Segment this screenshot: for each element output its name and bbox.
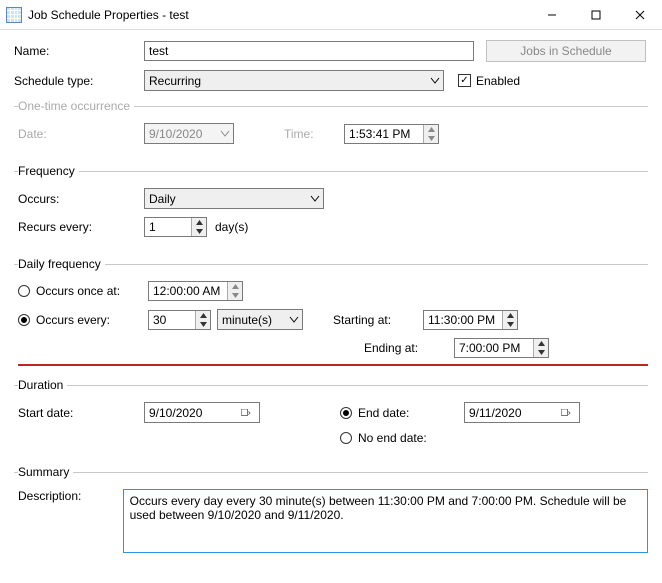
- chevron-down-icon: [286, 310, 302, 329]
- onetime-legend: One-time occurrence: [18, 99, 134, 113]
- duration-legend: Duration: [18, 378, 67, 392]
- start-date-picker[interactable]: 9/10/2020: [144, 402, 260, 423]
- no-end-date-label: No end date:: [358, 431, 427, 445]
- occurs-every-spinner[interactable]: [148, 310, 211, 330]
- jobs-in-schedule-button[interactable]: Jobs in Schedule: [486, 40, 646, 62]
- occurs-every-unit-select[interactable]: minute(s): [217, 309, 303, 330]
- end-date-value: 9/11/2020: [465, 406, 553, 420]
- spin-down-icon[interactable]: [503, 320, 517, 329]
- name-label: Name:: [14, 44, 144, 58]
- spin-down-icon[interactable]: [196, 320, 210, 329]
- starting-at-spinner[interactable]: [423, 310, 518, 330]
- minimize-button[interactable]: [530, 0, 574, 30]
- chevron-down-icon: [307, 189, 323, 208]
- onetime-date-select: 9/10/2020: [144, 123, 234, 144]
- schedule-type-value: Recurring: [145, 74, 427, 88]
- occurs-once-value: [149, 282, 227, 300]
- recurs-unit: day(s): [215, 220, 248, 234]
- spin-down-icon[interactable]: [192, 227, 206, 236]
- starting-at-value[interactable]: [424, 311, 502, 329]
- calendar-dropdown-icon: [553, 403, 579, 422]
- schedule-type-label: Schedule type:: [14, 74, 144, 88]
- enabled-label: Enabled: [476, 74, 520, 88]
- occurs-once-label: Occurs once at:: [36, 284, 120, 298]
- radio-icon: [18, 314, 30, 326]
- duration-group: Duration Start date: 9/10/2020 End date:…: [14, 378, 648, 457]
- summary-legend: Summary: [18, 465, 73, 479]
- onetime-time-label: Time:: [284, 127, 344, 141]
- occurs-select[interactable]: Daily: [144, 188, 324, 209]
- chevron-down-icon: [217, 124, 233, 143]
- highlight-line: [18, 364, 648, 366]
- occurs-once-radio[interactable]: Occurs once at:: [18, 284, 148, 298]
- schedule-type-select[interactable]: Recurring: [144, 70, 444, 91]
- enabled-checkbox[interactable]: Enabled: [458, 74, 520, 88]
- end-date-radio[interactable]: End date:: [340, 406, 464, 420]
- starting-at-label: Starting at:: [333, 313, 423, 327]
- checkbox-icon: [458, 74, 471, 87]
- onetime-time-spinner: [344, 124, 439, 144]
- frequency-group: Frequency Occurs: Daily Recurs every: da…: [14, 164, 648, 249]
- onetime-group: One-time occurrence Date: 9/10/2020 Time…: [14, 99, 648, 156]
- recurs-value[interactable]: [145, 218, 191, 236]
- radio-icon: [340, 432, 352, 444]
- close-button[interactable]: [618, 0, 662, 30]
- onetime-time-value: [345, 125, 423, 143]
- occurs-every-unit: minute(s): [218, 313, 286, 327]
- spin-up-icon[interactable]: [192, 218, 206, 227]
- app-icon: [6, 7, 22, 23]
- ending-at-spinner[interactable]: [454, 338, 549, 358]
- radio-icon: [18, 285, 30, 297]
- chevron-down-icon: [427, 71, 443, 90]
- ending-at-value[interactable]: [455, 339, 533, 357]
- occurs-value: Daily: [145, 192, 307, 206]
- daily-legend: Daily frequency: [18, 257, 105, 271]
- recurs-label: Recurs every:: [18, 220, 144, 234]
- spin-up-icon[interactable]: [503, 311, 517, 320]
- occurs-every-radio[interactable]: Occurs every:: [18, 313, 148, 327]
- no-end-date-radio[interactable]: No end date:: [340, 431, 427, 445]
- maximize-button[interactable]: [574, 0, 618, 30]
- daily-group: Daily frequency Occurs once at: Occurs e…: [14, 257, 648, 370]
- radio-icon: [340, 407, 352, 419]
- spin-down-icon[interactable]: [534, 348, 548, 357]
- frequency-legend: Frequency: [18, 164, 79, 178]
- occurs-once-time: [148, 281, 243, 301]
- occurs-label: Occurs:: [18, 192, 144, 206]
- description-textarea[interactable]: [123, 489, 648, 553]
- spin-down-icon: [228, 291, 242, 300]
- start-date-value: 9/10/2020: [145, 406, 233, 420]
- spin-down-icon: [424, 134, 438, 143]
- titlebar: Job Schedule Properties - test: [0, 0, 662, 30]
- spin-up-icon[interactable]: [196, 311, 210, 320]
- ending-at-label: Ending at:: [364, 341, 454, 355]
- spin-up-icon: [424, 125, 438, 134]
- recurs-spinner[interactable]: [144, 217, 207, 237]
- spin-up-icon[interactable]: [534, 339, 548, 348]
- end-date-picker[interactable]: 9/11/2020: [464, 402, 580, 423]
- calendar-dropdown-icon: [233, 403, 259, 422]
- occurs-every-label: Occurs every:: [36, 313, 110, 327]
- spin-up-icon: [228, 282, 242, 291]
- description-label: Description:: [18, 489, 123, 503]
- window-title: Job Schedule Properties - test: [28, 8, 530, 22]
- summary-group: Summary Description:: [14, 465, 648, 565]
- start-date-label: Start date:: [18, 406, 144, 420]
- end-date-label: End date:: [358, 406, 409, 420]
- name-input[interactable]: [144, 41, 474, 61]
- onetime-date-value: 9/10/2020: [145, 127, 217, 141]
- occurs-every-value[interactable]: [149, 311, 195, 329]
- onetime-date-label: Date:: [18, 127, 144, 141]
